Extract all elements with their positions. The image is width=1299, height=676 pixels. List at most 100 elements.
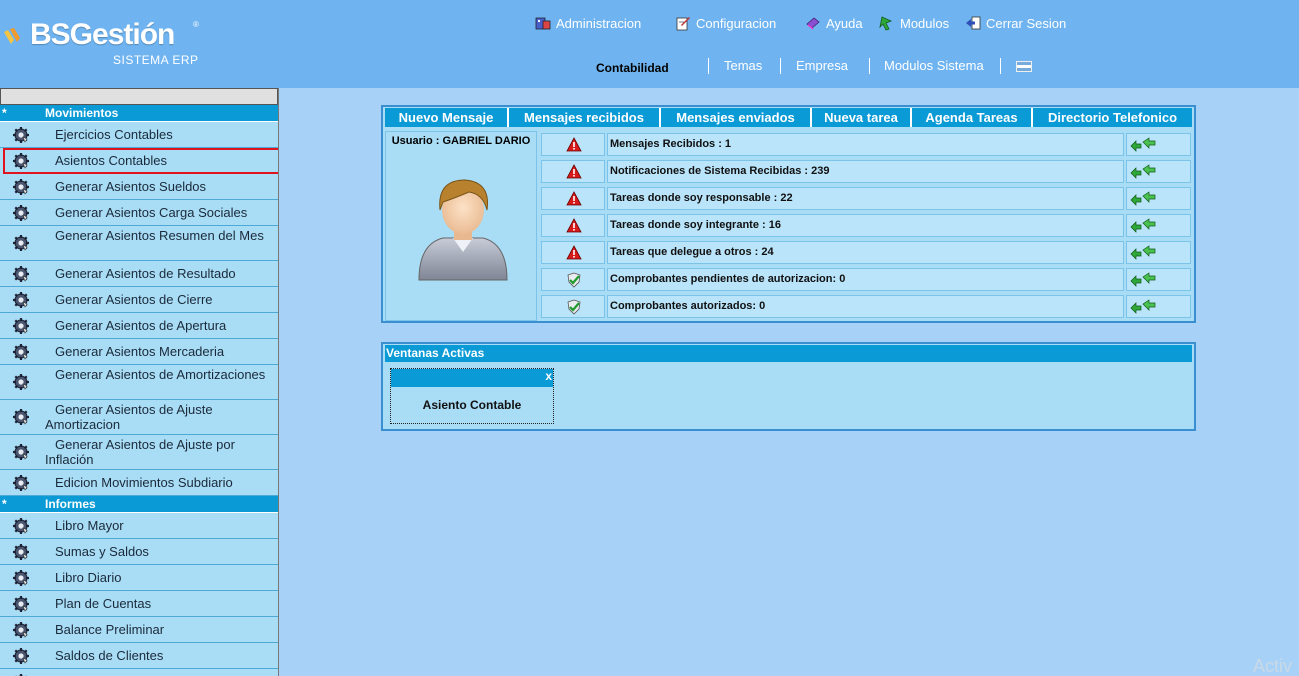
notification-text: Tareas que delegue a otros : 24 [607, 241, 1124, 264]
logo-registered: ® [193, 20, 199, 29]
warning-icon [566, 191, 582, 206]
sidebar-item-asientos-contables[interactable]: Asientos Contables [3, 148, 278, 174]
sidebar-item-label: Generar Asientos Sueldos [55, 179, 207, 194]
active-window-asiento-contable[interactable]: x Asiento Contable [390, 368, 554, 424]
messages-tabs: Nuevo Mensaje Mensajes recibidos Mensaje… [385, 108, 1192, 127]
notification-go-button[interactable] [1126, 214, 1191, 237]
notification-go-button[interactable] [1126, 268, 1191, 291]
gear-icon [12, 317, 30, 335]
submenu-empresa[interactable]: Empresa [796, 58, 848, 73]
notification-row: Comprobantes autorizados: 0 [541, 293, 1192, 320]
sidebar-item-generar-asientos-cierre[interactable]: Generar Asientos de Cierre [0, 287, 278, 313]
tab-mensajes-recibidos[interactable]: Mensajes recibidos [509, 108, 661, 127]
notifications-list: Mensajes Recibidos : 1 Notificaciones de… [541, 131, 1192, 320]
notification-go-button[interactable] [1126, 187, 1191, 210]
app-header: BSGestión ® SISTEMA ERP Administracion C… [0, 0, 1299, 88]
gear-icon [12, 517, 30, 535]
gear-icon [12, 474, 30, 492]
check-shield-icon [567, 299, 581, 315]
tab-nueva-tarea[interactable]: Nueva tarea [812, 108, 912, 127]
sidebar-item-label: Ejercicios Contables [55, 127, 173, 142]
logo[interactable]: BSGestión ® SISTEMA ERP [0, 16, 210, 72]
menu-ayuda[interactable]: Ayuda [805, 14, 863, 32]
sidebar-item-label: Generar Asientos Carga Sociales [55, 205, 248, 220]
notification-go-button[interactable] [1126, 133, 1191, 156]
sidebar-item-generar-asientos-ajuste-amortizacion[interactable]: Generar Asientos de Ajuste Amortizacion [0, 400, 278, 435]
menu-administracion[interactable]: Administracion [535, 14, 641, 32]
sidebar-item-generar-asientos-apertura[interactable]: Generar Asientos de Apertura [0, 313, 278, 339]
sidebar-section-informes[interactable]: * Informes [0, 496, 278, 513]
notification-text: Comprobantes pendientes de autorizacion:… [607, 268, 1124, 291]
sidebar-item-edicion-movimientos-subdiario[interactable]: Edicion Movimientos Subdiario [0, 470, 278, 496]
tab-mensajes-enviados[interactable]: Mensajes enviados [661, 108, 812, 127]
warning-icon [566, 137, 582, 152]
sidebar-item-generar-asientos-mercaderia[interactable]: Generar Asientos Mercaderia [0, 339, 278, 365]
menu-cerrar-sesion[interactable]: Cerrar Sesion [965, 14, 1066, 32]
sidebar-item-label: Saldos de Clientes [55, 648, 164, 663]
gear-icon [12, 373, 30, 391]
gear-icon [12, 543, 30, 561]
submenu-modulos-sistema[interactable]: Modulos Sistema [884, 58, 984, 73]
notification-row: Comprobantes pendientes de autorizacion:… [541, 266, 1192, 293]
close-icon[interactable]: x [545, 369, 552, 383]
sidebar-item-plan-de-cuentas[interactable]: Plan de Cuentas [0, 591, 278, 617]
notification-go-button[interactable] [1126, 241, 1191, 264]
sidebar-item-label: Generar Asientos Resumen del Mes [55, 228, 264, 243]
menu-configuracion[interactable]: Configuracion [675, 14, 776, 32]
sidebar-item-generar-asientos-resumen-mes[interactable]: Generar Asientos Resumen del Mes [0, 226, 278, 261]
notification-go-button[interactable] [1126, 160, 1191, 183]
sidebar-item-label: Generar Asientos de Apertura [55, 318, 227, 333]
sidebar-item-libro-mayor[interactable]: Libro Mayor [0, 513, 278, 539]
menu-modulos-label: Modulos [900, 15, 950, 31]
notification-row: Mensajes Recibidos : 1 [541, 131, 1192, 158]
go-arrows-icon [1130, 299, 1156, 314]
sidebar-item-partial[interactable] [0, 669, 278, 676]
gear-icon [12, 178, 30, 196]
sidebar-item-ejercicios-contables[interactable]: Ejercicios Contables [0, 122, 278, 148]
menu-modulos[interactable]: Modulos [879, 14, 949, 32]
submenu-contabilidad[interactable]: Contabilidad [596, 61, 669, 75]
section-title: Movimientos [45, 106, 119, 120]
tab-agenda-tareas[interactable]: Agenda Tareas [912, 108, 1033, 127]
sidebar-item-generar-asientos-ajuste-inflacion[interactable]: Generar Asientos de Ajuste por Inflación [0, 435, 278, 470]
menu-administracion-label: Administracion [556, 15, 642, 31]
user-card: Usuario : GABRIEL DARIO [385, 131, 537, 321]
messages-panel: Nuevo Mensaje Mensajes recibidos Mensaje… [381, 105, 1196, 323]
warning-icon [566, 164, 582, 179]
tab-nuevo-mensaje[interactable]: Nuevo Mensaje [385, 108, 509, 127]
sidebar: * Movimientos Ejercicios Contables Asien… [0, 88, 279, 676]
submenu-separator [708, 58, 709, 74]
gear-icon [12, 204, 30, 222]
sidebar-item-label: Balance Preliminar [55, 622, 165, 637]
gear-icon [12, 443, 30, 461]
gear-icon [12, 621, 30, 639]
sidebar-item-label: Edicion Movimientos Subdiario [55, 475, 233, 490]
submenu-separator [1000, 58, 1001, 74]
gear-icon [12, 234, 30, 252]
sidebar-section-movimientos[interactable]: * Movimientos [0, 105, 278, 122]
sidebar-item-label: Generar Asientos de Cierre [55, 292, 213, 307]
sidebar-item-balance-preliminar[interactable]: Balance Preliminar [0, 617, 278, 643]
sidebar-item-generar-asientos-amortizaciones[interactable]: Generar Asientos de Amortizaciones [0, 365, 278, 400]
argentina-flag-icon[interactable] [1016, 61, 1032, 72]
sidebar-item-generar-asientos-sueldos[interactable]: Generar Asientos Sueldos [0, 174, 278, 200]
sidebar-item-libro-diario[interactable]: Libro Diario [0, 565, 278, 591]
submenu-temas[interactable]: Temas [724, 58, 762, 73]
section-star: * [2, 497, 7, 511]
tab-directorio-telefonico[interactable]: Directorio Telefonico [1033, 108, 1192, 127]
sidebar-item-label: Libro Diario [55, 570, 122, 585]
gear-icon [12, 595, 30, 613]
sidebar-item-generar-asientos-carga-sociales[interactable]: Generar Asientos Carga Sociales [0, 200, 278, 226]
sidebar-item-label: Generar Asientos de Amortizaciones [55, 367, 266, 382]
sidebar-item-sumas-y-saldos[interactable]: Sumas y Saldos [0, 539, 278, 565]
check-shield-icon [567, 272, 581, 288]
logout-icon [965, 15, 981, 31]
sidebar-item-generar-asientos-resultado[interactable]: Generar Asientos de Resultado [0, 261, 278, 287]
user-avatar-icon [418, 179, 508, 281]
notification-text: Mensajes Recibidos : 1 [607, 133, 1124, 156]
warning-icon [566, 245, 582, 260]
notification-go-button[interactable] [1126, 295, 1191, 318]
notification-row: Notificaciones de Sistema Recibidas : 23… [541, 158, 1192, 185]
logo-subtitle: SISTEMA ERP [113, 53, 199, 67]
sidebar-item-saldos-de-clientes[interactable]: Saldos de Clientes [0, 643, 278, 669]
